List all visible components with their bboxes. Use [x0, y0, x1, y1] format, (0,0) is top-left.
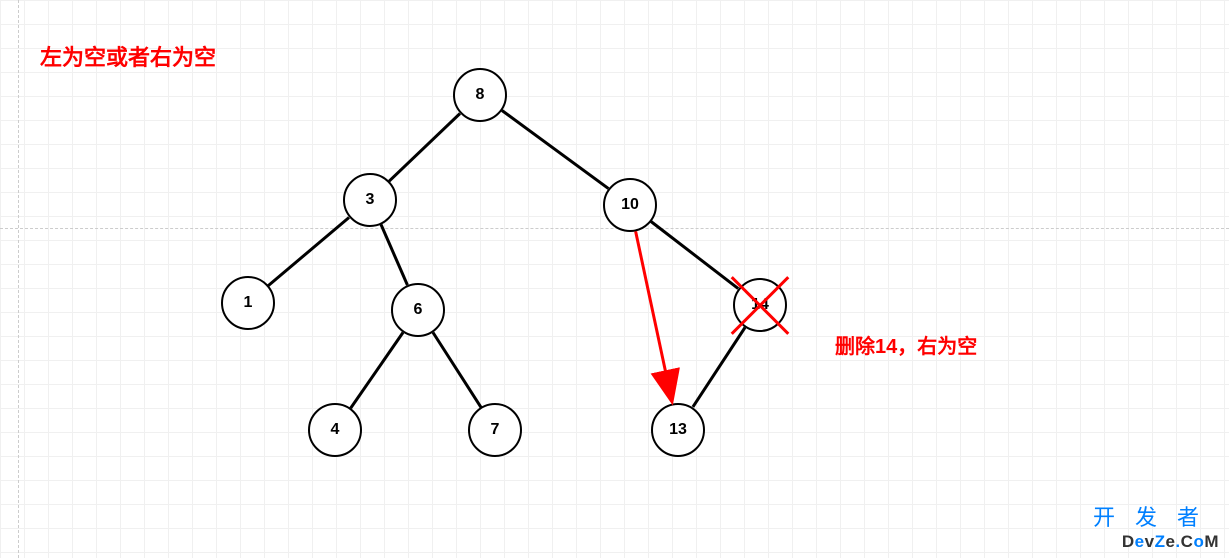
tree-node-3: 3 [343, 173, 397, 227]
tree-node-4: 4 [308, 403, 362, 457]
watermark: 开发者 DevZe.CoM [1093, 500, 1219, 552]
delete-annotation: 删除14，右为空 [835, 330, 977, 359]
watermark-line1: 开发者 [1093, 500, 1219, 532]
horizontal-axis [0, 228, 1229, 229]
tree-node-6: 6 [391, 283, 445, 337]
tree-node-10: 10 [603, 178, 657, 232]
vertical-axis [18, 0, 19, 558]
tree-node-8: 8 [453, 68, 507, 122]
tree-node-1: 1 [221, 276, 275, 330]
watermark-line2: DevZe.CoM [1093, 532, 1219, 552]
tree-node-7: 7 [468, 403, 522, 457]
tree-node-13: 13 [651, 403, 705, 457]
diagram-title: 左为空或者右为空 [40, 40, 216, 72]
grid-background [0, 0, 1229, 558]
